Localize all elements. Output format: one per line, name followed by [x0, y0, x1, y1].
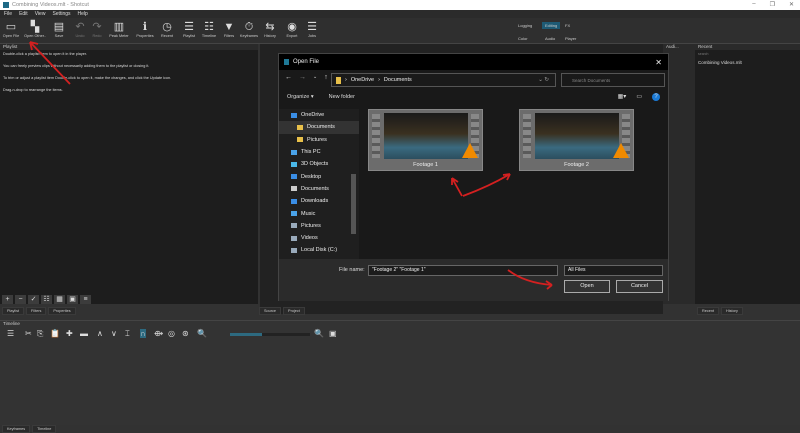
arrow-to-open-file — [29, 41, 71, 85]
arrow-to-footage-2 — [462, 173, 511, 197]
arrow-to-footage-1 — [451, 177, 463, 197]
annotation-arrows — [29, 41, 553, 290]
arrow-to-open-button — [507, 269, 553, 290]
